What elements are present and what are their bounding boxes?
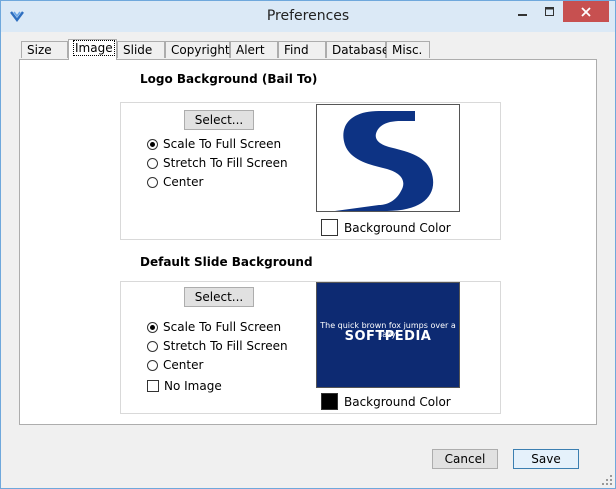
slide-section-title: Default Slide Background — [140, 255, 313, 269]
logo-option-center[interactable]: Center — [147, 175, 203, 189]
slide-option-scale-label: Scale To Full Screen — [163, 320, 282, 334]
radio-button[interactable] — [147, 321, 158, 333]
logo-preview-image — [335, 111, 434, 211]
minimize-button[interactable] — [509, 1, 537, 22]
slide-select-button[interactable]: Select... — [184, 287, 254, 307]
radio-button[interactable] — [147, 359, 158, 371]
logo-background-color-label: Background Color — [344, 221, 451, 235]
no-image-label: No Image — [164, 379, 222, 393]
slide-preview-logo: SOFTPEDIA — [344, 329, 432, 344]
no-image-checkbox[interactable] — [147, 380, 159, 392]
tab-database[interactable]: Database — [326, 41, 389, 58]
logo-background-color-swatch[interactable] — [321, 219, 338, 236]
slide-option-scale[interactable]: Scale To Full Screen — [147, 320, 281, 334]
radio-button[interactable] — [147, 157, 158, 169]
close-icon — [581, 6, 591, 17]
logo-option-scale-label: Scale To Full Screen — [163, 137, 282, 151]
slide-option-stretch[interactable]: Stretch To Fill Screen — [147, 339, 288, 353]
radio-button[interactable] — [147, 176, 158, 188]
logo-option-scale[interactable]: Scale To Full Screen — [147, 137, 281, 151]
tab-find[interactable]: Find — [278, 41, 326, 58]
tab-alert[interactable]: Alert — [230, 41, 278, 58]
logo-option-stretch-label: Stretch To Fill Screen — [163, 156, 288, 170]
slide-option-stretch-label: Stretch To Fill Screen — [163, 339, 288, 353]
tab-image-label: Image — [73, 40, 115, 56]
logo-section-title: Logo Background (Bail To) — [140, 72, 318, 86]
radio-button[interactable] — [147, 340, 158, 352]
slide-section-group: Select... Scale To Full Screen Stretch T… — [120, 281, 501, 414]
title-bar[interactable]: Preferences — [1, 1, 615, 32]
slide-background-color-swatch[interactable] — [321, 393, 338, 410]
tab-image[interactable]: Image — [68, 39, 117, 60]
logo-option-center-label: Center — [163, 175, 204, 189]
logo-preview — [316, 104, 460, 212]
slide-option-center-label: Center — [163, 358, 204, 372]
maximize-icon — [545, 6, 554, 16]
close-button[interactable] — [563, 1, 609, 22]
tab-misc[interactable]: Misc. — [386, 41, 430, 58]
minimize-icon — [518, 13, 527, 16]
maximize-button[interactable] — [537, 1, 563, 22]
logo-option-stretch[interactable]: Stretch To Fill Screen — [147, 156, 288, 170]
no-image-checkbox-row[interactable]: No Image — [147, 379, 222, 393]
save-button[interactable]: Save — [513, 449, 579, 469]
radio-button[interactable] — [147, 138, 158, 150]
slide-background-color-label: Background Color — [344, 395, 451, 409]
cancel-button[interactable]: Cancel — [432, 449, 498, 469]
logo-select-button[interactable]: Select... — [184, 110, 254, 130]
image-tab-panel: Logo Background (Bail To) Select... Scal… — [19, 59, 597, 425]
logo-section-group: Select... Scale To Full Screen Stretch T… — [120, 102, 501, 240]
slide-preview: The quick brown fox jumps over a lazy SO… — [316, 282, 460, 388]
preferences-window: Preferences Size Image Slide Copyright A… — [0, 0, 616, 489]
slide-option-center[interactable]: Center — [147, 358, 203, 372]
tab-slide[interactable]: Slide — [117, 41, 165, 58]
tab-size[interactable]: Size — [21, 41, 68, 58]
resize-grip-icon[interactable] — [602, 475, 612, 485]
tab-copyright[interactable]: Copyright — [165, 41, 230, 58]
